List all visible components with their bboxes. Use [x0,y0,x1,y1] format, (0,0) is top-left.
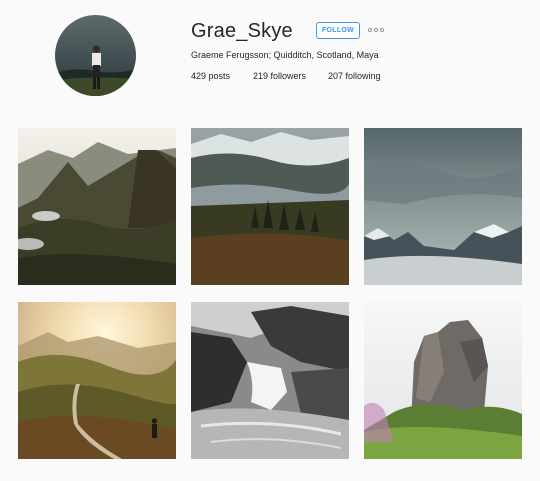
dot-icon [374,28,378,32]
snowy-peaks-photo [364,128,522,285]
following-label: following [345,71,381,81]
profile-avatar[interactable] [55,15,136,96]
dot-icon [368,28,372,32]
post-thumbnail-2[interactable] [191,128,349,285]
mountain-valley-photo [18,128,176,285]
post-thumbnail-4[interactable] [18,302,176,459]
posts-label: posts [208,71,231,81]
profile-username: Grae_Skye [191,20,293,42]
waterfall-bw-photo [191,302,349,459]
post-thumbnail-3[interactable] [364,128,522,285]
dot-icon [380,28,384,32]
post-thumbnail-1[interactable] [18,128,176,285]
followers-count: 219 [253,71,269,81]
profile-bio: Graeme Ferugsson; Quidditch, Scotland, M… [191,50,379,60]
post-thumbnail-6[interactable] [364,302,522,459]
follow-button[interactable]: FOLLOW [316,22,360,39]
followers-stat[interactable]: 219 followers [253,71,306,81]
sunset-road-photo [18,302,176,459]
rock-pillar-photo [364,302,522,459]
following-stat[interactable]: 207 following [328,71,381,81]
posts-count: 429 [191,71,207,81]
post-thumbnail-5[interactable] [191,302,349,459]
misty-loch-photo [191,128,349,285]
following-count: 207 [328,71,344,81]
more-options-icon[interactable] [368,24,384,36]
followers-label: followers [270,71,307,81]
posts-stat: 429 posts [191,71,230,81]
